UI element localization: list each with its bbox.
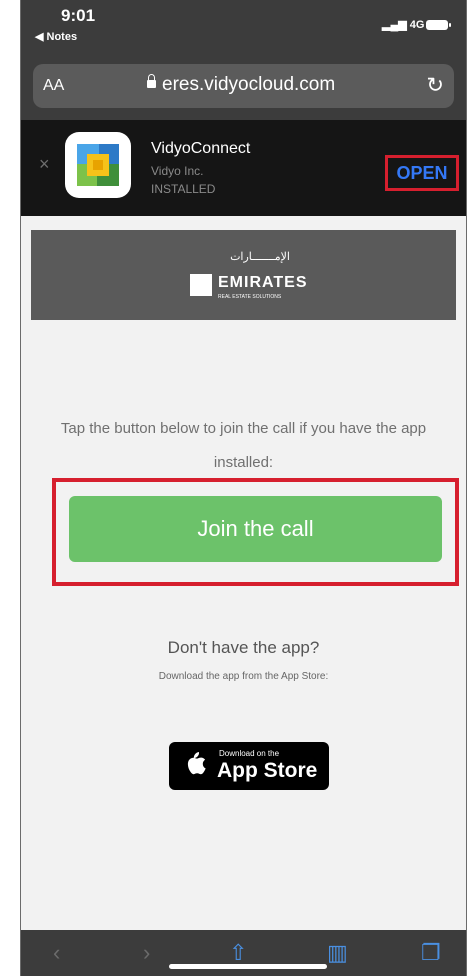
- join-button-highlight: Join the call: [52, 478, 459, 586]
- smart-app-banner: × VidyoConnect Vidyo Inc. INSTALLED OPEN: [21, 120, 466, 216]
- share-icon[interactable]: ⇧: [229, 940, 247, 966]
- back-arrow-icon[interactable]: ‹: [53, 940, 60, 966]
- network-type: 4G: [409, 19, 425, 31]
- reload-icon[interactable]: ↻: [426, 73, 444, 98]
- back-to-app-link[interactable]: ◀ Notes: [35, 30, 77, 43]
- home-indicator[interactable]: [169, 964, 327, 969]
- lock-icon: [147, 74, 156, 88]
- join-call-button[interactable]: Join the call: [69, 496, 442, 562]
- banner-app-status: INSTALLED: [151, 182, 216, 196]
- app-store-badge-main-text: App Store: [217, 759, 318, 782]
- open-app-button[interactable]: OPEN: [385, 155, 459, 191]
- site-header: الإمـــــــارات EMIRATES REAL ESTATE SOL…: [31, 230, 456, 320]
- apple-icon: [187, 752, 206, 775]
- web-page-content: الإمـــــــارات EMIRATES REAL ESTATE SOL…: [21, 216, 466, 930]
- status-time: 9:01: [61, 6, 96, 25]
- signal-bars-icon: ▂▄▆: [382, 19, 407, 31]
- battery-icon: [426, 20, 451, 30]
- banner-app-developer: Vidyo Inc.: [151, 164, 204, 178]
- banner-app-name: VidyoConnect: [151, 140, 251, 157]
- url-domain[interactable]: eres.vidyocloud.com: [162, 74, 335, 96]
- forward-arrow-icon[interactable]: ›: [143, 940, 150, 966]
- download-hint: Download the app from the App Store:: [158, 671, 329, 682]
- logo-arabic-text: الإمـــــــارات: [230, 251, 290, 263]
- app-store-badge-top-text: Download on the: [219, 749, 280, 758]
- browser-top-chrome: 9:01 ◀ Notes ▂▄▆ 4G AA eres.vidyocloud.c…: [21, 0, 466, 120]
- text-size-button[interactable]: AA: [43, 77, 64, 95]
- no-app-heading: Don't have the app?: [167, 638, 320, 657]
- logo-name: EMIRATES: [218, 274, 308, 291]
- join-instructions: Tap the button below to join the call if…: [60, 420, 427, 471]
- bookmarks-icon[interactable]: ▥: [327, 940, 348, 966]
- emirates-logo: الإمـــــــارات EMIRATES REAL ESTATE SOL…: [190, 250, 330, 302]
- cellular-signal: ▂▄▆ 4G: [382, 18, 424, 31]
- address-bar[interactable]: AA eres.vidyocloud.com ↻: [33, 64, 454, 108]
- close-icon[interactable]: ×: [39, 154, 50, 175]
- phone-screen: 9:01 ◀ Notes ▂▄▆ 4G AA eres.vidyocloud.c…: [20, 0, 467, 976]
- tabs-icon[interactable]: ❐: [421, 940, 441, 966]
- logo-building-icon: [190, 274, 212, 296]
- logo-subtitle: REAL ESTATE SOLUTIONS: [218, 294, 282, 300]
- vidyoconnect-app-icon: [65, 132, 131, 198]
- browser-bottom-toolbar: ‹ › ⇧ ▥ ❐: [21, 930, 466, 976]
- app-store-badge[interactable]: Download on the App Store: [169, 742, 329, 790]
